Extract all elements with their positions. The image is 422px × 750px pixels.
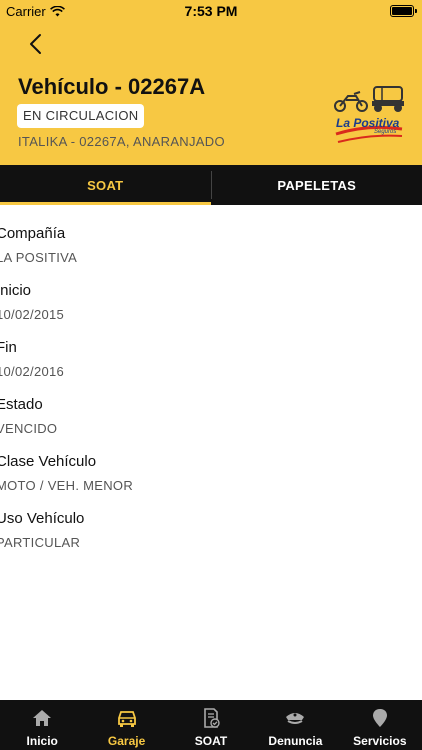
soat-details: Compañía LA POSITIVA Inicio 10/02/2015 F… — [0, 225, 422, 567]
vehicle-description: ITALIKA - 02267A, ANARANJADO — [18, 134, 225, 149]
vehicle-header: Carrier 7:53 PM Vehículo - 02267A EN CIR… — [0, 0, 422, 165]
tab-bar: SOAT PAPELETAS — [0, 165, 422, 205]
nav-denuncia[interactable]: Denuncia — [253, 700, 337, 750]
field-label: Estado — [0, 396, 43, 413]
field-label: Uso Vehículo — [0, 510, 85, 527]
nav-servicios[interactable]: Servicios — [338, 700, 422, 750]
nav-soat[interactable]: SOAT — [169, 700, 253, 750]
document-check-icon — [204, 708, 220, 728]
nav-label: Inicio — [26, 734, 58, 748]
tab-papeletas[interactable]: PAPELETAS — [212, 165, 422, 205]
nav-label: SOAT — [194, 734, 228, 748]
field-company: Compañía LA POSITIVA — [0, 225, 422, 282]
back-chevron-icon[interactable] — [22, 30, 50, 58]
field-label: Fin — [0, 339, 17, 356]
field-label: Compañía — [0, 225, 66, 242]
bottom-nav: Inicio Garaje SOAT Denuncia Servicios — [0, 700, 422, 750]
field-label: Clase Vehículo — [0, 453, 97, 470]
insurer-logo: La Positiva Seguros — [332, 84, 406, 150]
location-pin-icon — [372, 709, 387, 727]
field-value: 10/02/2016 — [0, 364, 65, 379]
field-end-date: Fin 10/02/2016 — [0, 339, 422, 396]
status-right — [390, 5, 417, 17]
field-label: Inicio — [0, 282, 32, 299]
status-bar: Carrier 7:53 PM — [0, 0, 422, 22]
insurer-logo-subtext: Seguros — [374, 129, 397, 135]
nav-garaje[interactable]: Garaje — [84, 700, 168, 750]
field-vehicle-use: Uso Vehículo PARTICULAR — [0, 510, 422, 567]
nav-inicio[interactable]: Inicio — [0, 700, 84, 750]
battery-icon — [390, 5, 417, 17]
nav-label: Garaje — [107, 734, 146, 748]
field-status: Estado VENCIDO — [0, 396, 422, 453]
vehicle-title: Vehículo - 02267A — [18, 74, 206, 99]
insurer-logo-text: La Positiva — [336, 116, 400, 130]
field-value: LA POSITIVA — [0, 250, 78, 265]
nav-label: Denuncia — [268, 734, 323, 748]
tab-soat[interactable]: SOAT — [0, 165, 211, 205]
field-start-date: Inicio 10/02/2015 — [0, 282, 422, 339]
vehicle-status-badge: EN CIRCULACION — [17, 104, 145, 128]
field-value: 10/02/2015 — [0, 307, 65, 322]
field-value: VENCIDO — [0, 421, 58, 436]
police-cap-icon — [286, 713, 305, 724]
nav-label: Servicios — [353, 734, 407, 748]
car-icon — [117, 711, 136, 727]
field-vehicle-class: Clase Vehículo MOTO / VEH. MENOR — [0, 453, 422, 510]
status-time: 7:53 PM — [184, 3, 238, 19]
field-value: MOTO / VEH. MENOR — [0, 478, 134, 493]
home-icon — [33, 710, 52, 726]
field-value: PARTICULAR — [0, 535, 81, 550]
